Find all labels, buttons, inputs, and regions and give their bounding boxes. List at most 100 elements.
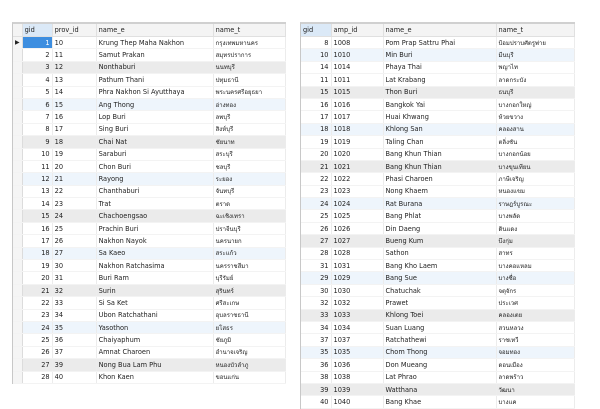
name-e-cell[interactable]: Khlong Toei [383, 309, 497, 323]
gid-cell[interactable]: 16 [22, 222, 53, 236]
name-e-cell[interactable]: Saraburi [96, 148, 214, 161]
name-t-cell[interactable]: บางขุนเทียน [496, 160, 575, 174]
id-cell[interactable]: 30 [52, 259, 97, 273]
row-indicator[interactable] [13, 209, 23, 223]
column-header-name-e[interactable]: name_e [383, 24, 497, 37]
id-cell[interactable]: 1017 [331, 110, 384, 124]
gid-cell[interactable]: 24 [301, 197, 332, 211]
name-e-cell[interactable]: Khon Kaen [96, 371, 214, 384]
name-t-cell[interactable]: ชัยภูมิ [213, 333, 286, 347]
name-e-cell[interactable]: Lop Buri [96, 110, 214, 124]
table-row[interactable]: 26 37 Amnat Charoen อำนาจเจริญ [13, 346, 286, 360]
name-t-cell[interactable]: ธนบุรี [496, 86, 575, 99]
name-e-cell[interactable]: Lat Phrao [383, 371, 497, 384]
row-indicator[interactable] [13, 172, 23, 186]
id-cell[interactable]: 37 [52, 346, 97, 360]
name-e-cell[interactable]: Surin [96, 284, 214, 298]
id-cell[interactable]: 1025 [331, 209, 384, 223]
gid-cell[interactable]: 22 [301, 172, 332, 186]
id-cell[interactable]: 34 [52, 309, 97, 323]
column-header-amp-id[interactable]: amp_id [331, 24, 384, 37]
table-row[interactable]: 27 39 Nong Bua Lam Phu หนองบัวลำภู [13, 358, 286, 372]
column-header-gid[interactable]: gid [301, 24, 332, 37]
name-e-cell[interactable]: Bang Kho Laem [383, 259, 497, 273]
name-t-cell[interactable]: ฉะเชิงเทรา [213, 209, 286, 223]
id-cell[interactable]: 1015 [331, 86, 384, 99]
name-t-cell[interactable]: จันทบุรี [213, 185, 286, 199]
table-row[interactable]: 8 1008 Pom Prap Sattru Phai ป้อมปราบศัตรูพ่… [301, 36, 575, 50]
gid-cell[interactable]: 5 [22, 86, 53, 99]
gid-cell[interactable]: 21 [22, 284, 53, 298]
table-row[interactable]: 34 1034 Suan Luang สวนหลวง [301, 321, 575, 335]
gid-cell[interactable]: 16 [301, 98, 332, 112]
id-cell[interactable]: 1035 [331, 346, 384, 360]
name-e-cell[interactable]: Buri Ram [96, 271, 214, 285]
name-t-cell[interactable]: บางแค [496, 395, 575, 409]
name-t-cell[interactable]: ปราจีนบุรี [213, 222, 286, 236]
id-cell[interactable]: 39 [52, 358, 97, 372]
gid-cell[interactable]: 11 [301, 73, 332, 87]
table-row[interactable]: 6 15 Ang Thong อ่างทอง [13, 98, 286, 112]
name-e-cell[interactable]: Chanthaburi [96, 185, 214, 199]
name-e-cell[interactable]: Samut Prakan [96, 48, 214, 62]
id-cell[interactable]: 1021 [331, 160, 384, 174]
row-indicator[interactable] [13, 222, 23, 236]
id-cell[interactable]: 1038 [331, 371, 384, 384]
id-cell[interactable]: 11 [52, 48, 97, 62]
id-cell[interactable]: 36 [52, 333, 97, 347]
id-cell[interactable]: 1022 [331, 172, 384, 186]
name-e-cell[interactable]: Yasothon [96, 321, 214, 335]
name-e-cell[interactable]: Amnat Charoen [96, 346, 214, 360]
name-e-cell[interactable]: Pom Prap Sattru Phai [383, 36, 497, 50]
gid-cell[interactable]: 25 [22, 333, 53, 347]
name-t-cell[interactable]: พระนครศรีอยุธยา [213, 86, 286, 99]
gid-cell[interactable]: 23 [22, 309, 53, 323]
name-e-cell[interactable]: Pathum Thani [96, 73, 214, 87]
id-cell[interactable]: 1023 [331, 185, 384, 199]
table-row[interactable]: 13 22 Chanthaburi จันทบุรี [13, 185, 286, 199]
gid-cell[interactable]: 11 [22, 160, 53, 174]
gid-cell[interactable]: 14 [301, 61, 332, 75]
table-row[interactable]: 29 1029 Bang Sue บางซื่อ [301, 271, 575, 285]
name-e-cell[interactable]: Prawet [383, 296, 497, 310]
gid-cell[interactable]: 39 [301, 383, 332, 397]
table-row[interactable]: 17 26 Nakhon Nayok นครนายก [13, 234, 286, 248]
row-indicator[interactable] [13, 135, 23, 149]
name-t-cell[interactable]: กรุงเทพมหานคร [213, 36, 286, 50]
table-row[interactable]: 21 1021 Bang Khun Thian บางขุนเทียน [301, 160, 575, 174]
name-e-cell[interactable]: Suan Luang [383, 321, 497, 335]
row-indicator[interactable] [13, 271, 23, 285]
id-cell[interactable]: 1032 [331, 296, 384, 310]
name-t-cell[interactable]: สระแก้ว [213, 247, 286, 261]
name-t-cell[interactable]: สวนหลวง [496, 321, 575, 335]
name-e-cell[interactable]: Chaiyaphum [96, 333, 214, 347]
id-cell[interactable]: 1026 [331, 222, 384, 236]
id-cell[interactable]: 1018 [331, 123, 384, 137]
id-cell[interactable]: 26 [52, 234, 97, 248]
name-t-cell[interactable]: ประเวศ [496, 296, 575, 310]
id-cell[interactable]: 1031 [331, 259, 384, 273]
gid-cell[interactable]: 30 [301, 284, 332, 298]
table-row[interactable]: 22 33 Si Sa Ket ศรีสะเกษ [13, 296, 286, 310]
name-e-cell[interactable]: Nonthaburi [96, 61, 214, 75]
row-indicator[interactable] [13, 296, 23, 310]
table-row[interactable]: 36 1036 Don Mueang ดอนเมือง [301, 358, 575, 372]
id-cell[interactable]: 14 [52, 86, 97, 99]
gid-cell[interactable]: 19 [301, 135, 332, 149]
table-row[interactable]: 20 1020 Bang Khun Thian บางกอกน้อย [301, 148, 575, 161]
id-cell[interactable]: 23 [52, 197, 97, 211]
row-indicator[interactable] [13, 61, 23, 75]
name-t-cell[interactable]: จอมทอง [496, 346, 575, 360]
id-cell[interactable]: 18 [52, 135, 97, 149]
name-t-cell[interactable]: คลองเตย [496, 309, 575, 323]
id-cell[interactable]: 1036 [331, 358, 384, 372]
id-cell[interactable]: 1019 [331, 135, 384, 149]
gid-cell[interactable]: 4 [22, 73, 53, 87]
gid-cell[interactable]: 26 [22, 346, 53, 360]
gid-cell[interactable]: 32 [301, 296, 332, 310]
gid-cell[interactable]: 28 [22, 371, 53, 384]
id-cell[interactable]: 1027 [331, 234, 384, 248]
name-e-cell[interactable]: Chatuchak [383, 284, 497, 298]
row-indicator[interactable] [13, 48, 23, 62]
table-row[interactable]: 16 25 Prachin Buri ปราจีนบุรี [13, 222, 286, 236]
